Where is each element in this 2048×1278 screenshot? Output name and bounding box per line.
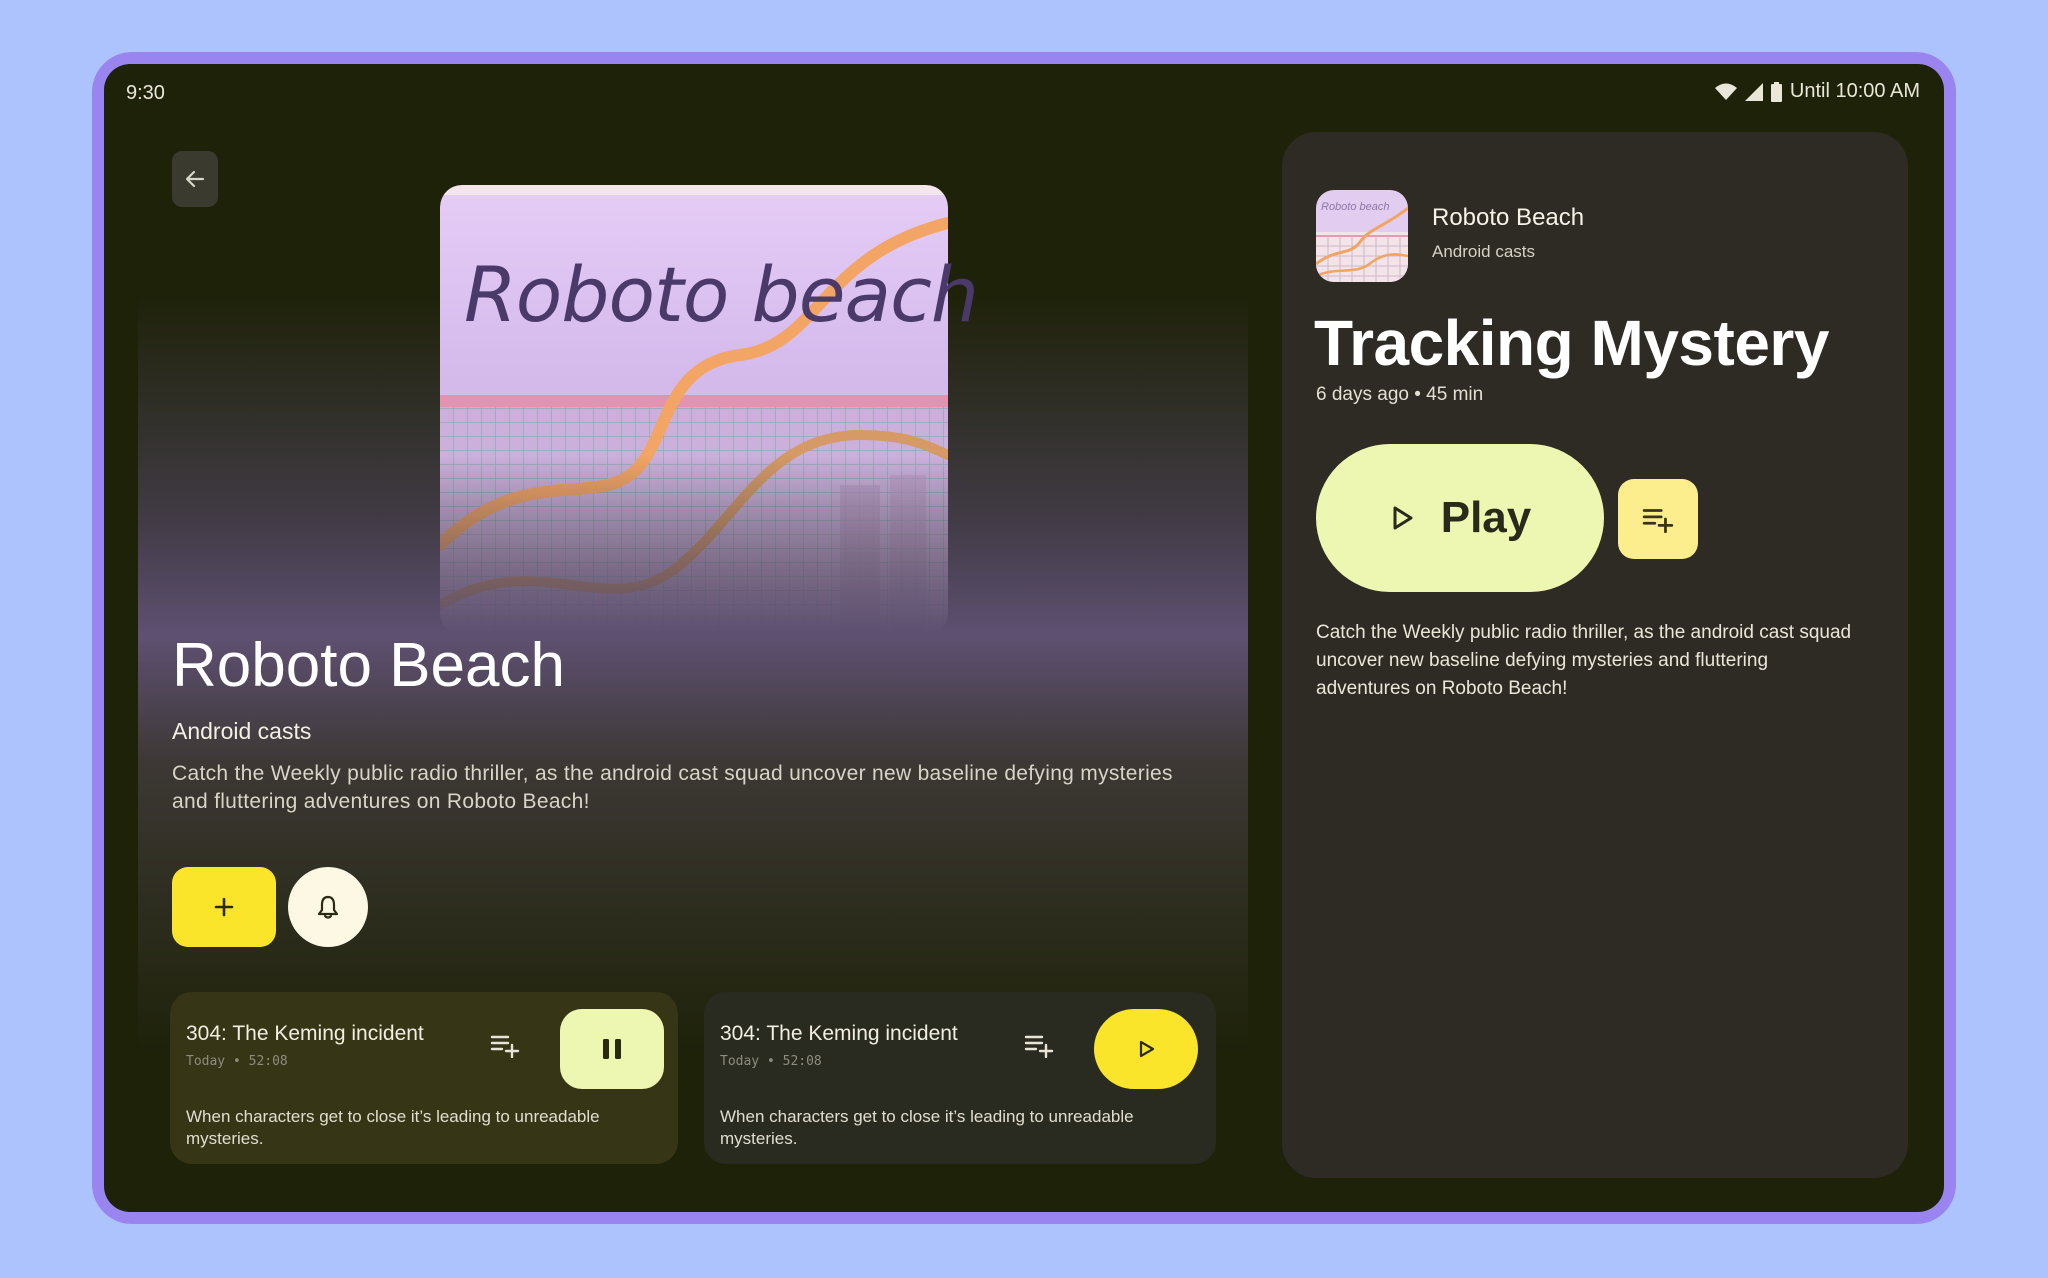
play-icon <box>1139 1040 1155 1058</box>
play-episode-button[interactable]: Play <box>1316 444 1604 592</box>
detail-podcast-author: Android casts <box>1432 242 1535 261</box>
play-button[interactable] <box>1094 1009 1198 1089</box>
play-icon <box>1393 506 1413 530</box>
battery-label: Until 10:00 AM <box>1789 80 1920 102</box>
play-label: Play <box>1440 493 1532 542</box>
episode-title: 304: The Keming incident <box>720 1022 958 1045</box>
status-time: 9:30 <box>126 82 165 104</box>
playlist-add-icon <box>1024 1035 1054 1059</box>
thumbnail-text: Roboto beach <box>1321 201 1390 213</box>
pause-button[interactable] <box>560 1009 664 1089</box>
status-icons: Until 10:00 AM <box>1714 80 1920 103</box>
episode-description: When characters get to close it’s leadin… <box>720 1107 1134 1148</box>
notifications-button[interactable] <box>288 867 368 947</box>
episode-meta: 6 days ago • 45 min <box>1316 384 1484 405</box>
back-button[interactable] <box>172 151 218 207</box>
episode-description: When characters get to close it’s leadin… <box>186 1107 600 1148</box>
podcast-thumbnail: Roboto beach <box>1316 190 1408 282</box>
episode-title: 304: The Keming incident <box>186 1022 424 1045</box>
podcast-title: Roboto Beach <box>172 631 565 700</box>
artwork-title: Roboto beach <box>464 250 979 339</box>
arrow-back-icon <box>185 170 205 188</box>
detail-podcast-title: Roboto Beach <box>1432 204 1585 231</box>
app-screen: 9:30 Until 10:00 AM Roboto beach Roboto … <box>104 64 1944 1212</box>
episode-card[interactable]: 304: The Keming incident Today • 52:08 W… <box>170 992 678 1164</box>
episode-meta: Today • 52:08 <box>720 1054 822 1069</box>
add-to-queue-button[interactable] <box>490 1032 520 1063</box>
bell-icon <box>317 895 339 919</box>
podcast-author: Android casts <box>172 718 312 744</box>
episode-meta: Today • 52:08 <box>186 1054 288 1069</box>
playlist-add-icon <box>490 1035 520 1059</box>
plus-icon <box>214 897 234 917</box>
signal-icon <box>1744 82 1763 101</box>
episode-title-large: Tracking Mystery <box>1314 307 1829 379</box>
battery-icon <box>1770 81 1782 102</box>
episode-detail-pane: Roboto beach Roboto Beach Android casts … <box>1282 132 1908 1178</box>
subscribe-button[interactable] <box>172 867 276 947</box>
add-to-queue-button[interactable] <box>1618 479 1698 559</box>
playlist-add-icon <box>1642 509 1674 533</box>
add-to-queue-button[interactable] <box>1024 1032 1054 1063</box>
episode-description: Catch the Weekly public radio thriller, … <box>1316 622 1852 699</box>
episode-card[interactable]: 304: The Keming incident Today • 52:08 W… <box>704 992 1216 1164</box>
pause-icon <box>603 1039 621 1059</box>
wifi-icon <box>1714 83 1737 100</box>
podcast-description: Catch the Weekly public radio thriller, … <box>172 762 1173 813</box>
